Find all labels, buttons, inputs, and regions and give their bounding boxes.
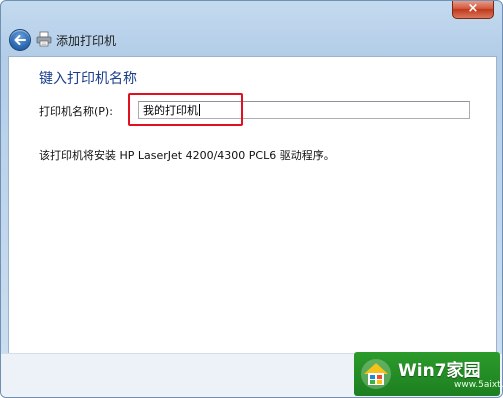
page-heading: 键入打印机名称 [39, 71, 137, 87]
watermark-url: www.5aixt.com [454, 380, 503, 390]
close-button[interactable]: × [452, 1, 494, 19]
window-title: 添加打印机 [56, 34, 117, 48]
driver-info-text: 该打印机将安装 HP LaserJet 4200/4300 PCL6 驱动程序。 [39, 149, 335, 162]
watermark-logo: Win7家园 www.5aixt.com [354, 352, 503, 396]
printer-name-label: 打印机名称(P): [39, 105, 113, 118]
back-arrow-icon [14, 35, 26, 45]
add-printer-window: × 添加打印机 键入打印机名称 打印机名称(P): 我的打印机 该打印机将安装 … [0, 0, 503, 398]
printer-icon [36, 31, 52, 47]
highlight-annotation [128, 93, 243, 126]
house-icon [361, 359, 391, 389]
watermark-title: Win7家园 [398, 361, 481, 381]
wizard-content: 键入打印机名称 打印机名称(P): 我的打印机 该打印机将安装 HP Laser… [8, 56, 497, 354]
back-button[interactable] [9, 29, 31, 51]
